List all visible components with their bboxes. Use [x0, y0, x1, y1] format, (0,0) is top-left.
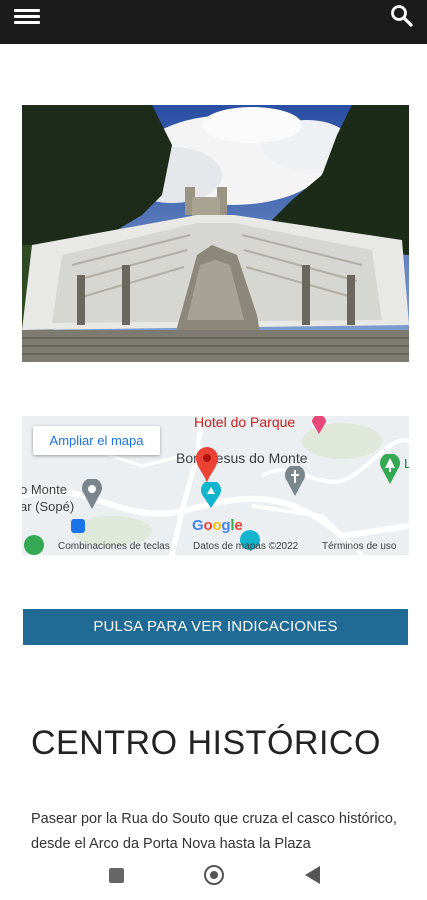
- triangle-back-icon[interactable]: [305, 866, 320, 884]
- location-pin-icon[interactable]: [196, 447, 218, 483]
- attraction-icon[interactable]: [201, 480, 221, 508]
- place-pin-icon[interactable]: [82, 478, 102, 509]
- expand-map-button[interactable]: Ampliar el mapa: [33, 426, 160, 455]
- hamburger-menu-icon[interactable]: [14, 6, 40, 28]
- circle-home-icon[interactable]: [204, 865, 224, 885]
- bom-jesus-staircase-photo: [22, 105, 409, 362]
- park-pin-icon[interactable]: [380, 453, 400, 484]
- section-paragraph: Pasear por la Rua do Souto que cruza el …: [31, 811, 397, 852]
- square-recents-icon[interactable]: [109, 868, 124, 883]
- hotel-pin-icon[interactable]: [311, 416, 327, 434]
- keyboard-shortcuts-link[interactable]: Combinaciones de teclas: [58, 541, 170, 552]
- section-title: CENTRO HISTÓRICO: [31, 724, 381, 762]
- terms-link[interactable]: Términos de uso: [322, 541, 396, 552]
- system-navigation-bar: [0, 853, 427, 900]
- search-icon[interactable]: [389, 3, 415, 29]
- church-pin-icon[interactable]: [285, 465, 305, 496]
- map-left-label-1[interactable]: o Monte: [22, 482, 67, 497]
- app-top-bar: [0, 0, 427, 44]
- bus-stop-icon[interactable]: [71, 519, 85, 533]
- hotel-label[interactable]: Hotel do Parque: [194, 416, 295, 430]
- google-logo: Google: [192, 517, 243, 534]
- map-data-label: Datos de mapas ©2022: [193, 541, 299, 552]
- directions-button[interactable]: PULSA PARA VER INDICACIONES: [23, 609, 408, 645]
- embedded-map[interactable]: Ampliar el mapa Hotel do Parque Bom Jesu…: [22, 416, 409, 555]
- map-footer: Combinaciones de teclas Datos de mapas ©…: [22, 537, 409, 555]
- map-left-label-2[interactable]: ar (Sopé): [22, 499, 74, 514]
- map-right-label[interactable]: L: [404, 456, 409, 471]
